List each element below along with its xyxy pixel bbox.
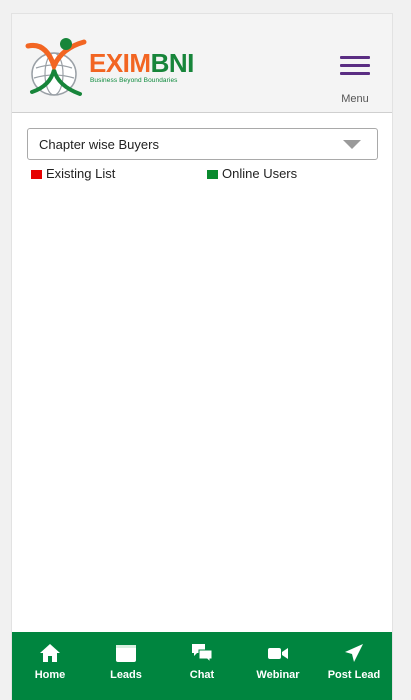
select-value: Chapter wise Buyers — [39, 137, 159, 152]
logo-tagline: Business Beyond Boundaries — [90, 77, 178, 84]
app-screen: EXIMBNI Business Beyond Boundaries Menu … — [11, 13, 393, 700]
nav-chat[interactable]: Chat — [164, 632, 240, 700]
nav-label: Leads — [110, 669, 142, 681]
nav-post-lead[interactable]: Post Lead — [316, 632, 392, 700]
nav-label: Post Lead — [327, 669, 381, 681]
chapter-filter-select[interactable]: Chapter wise Buyers — [27, 128, 378, 160]
bottom-navigation: Home Leads Chat Webinar Post Lead — [12, 632, 392, 700]
legend-existing-list: Existing List — [31, 166, 115, 182]
legend-label: Existing List — [46, 166, 116, 181]
nav-home[interactable]: Home — [12, 632, 88, 700]
logo-wordmark: EXIMBNI — [89, 48, 194, 78]
hamburger-icon — [340, 56, 370, 76]
eximbni-logo[interactable]: EXIMBNI Business Beyond Boundaries — [24, 36, 194, 96]
legend-swatch-red — [31, 170, 42, 180]
nav-leads[interactable]: Leads — [88, 632, 164, 700]
send-icon — [345, 644, 363, 662]
legend-label: Online Users — [222, 166, 298, 181]
dropdown-caret-icon — [343, 140, 361, 149]
menu-label: Menu — [341, 93, 369, 105]
legend-online-users: Online Users — [207, 166, 297, 182]
nav-webinar[interactable]: Webinar — [240, 632, 316, 700]
globe-logo-icon — [25, 38, 87, 96]
nav-label: Chat — [189, 669, 215, 681]
nav-label: Home — [34, 669, 66, 681]
video-icon — [268, 648, 288, 659]
menu-button[interactable]: Menu — [332, 52, 378, 108]
legend-swatch-green — [207, 170, 218, 180]
leads-icon — [116, 645, 136, 662]
chat-icon — [192, 644, 213, 663]
nav-label: Webinar — [256, 669, 300, 681]
app-header: EXIMBNI Business Beyond Boundaries Menu — [12, 14, 392, 113]
home-icon — [40, 644, 60, 662]
